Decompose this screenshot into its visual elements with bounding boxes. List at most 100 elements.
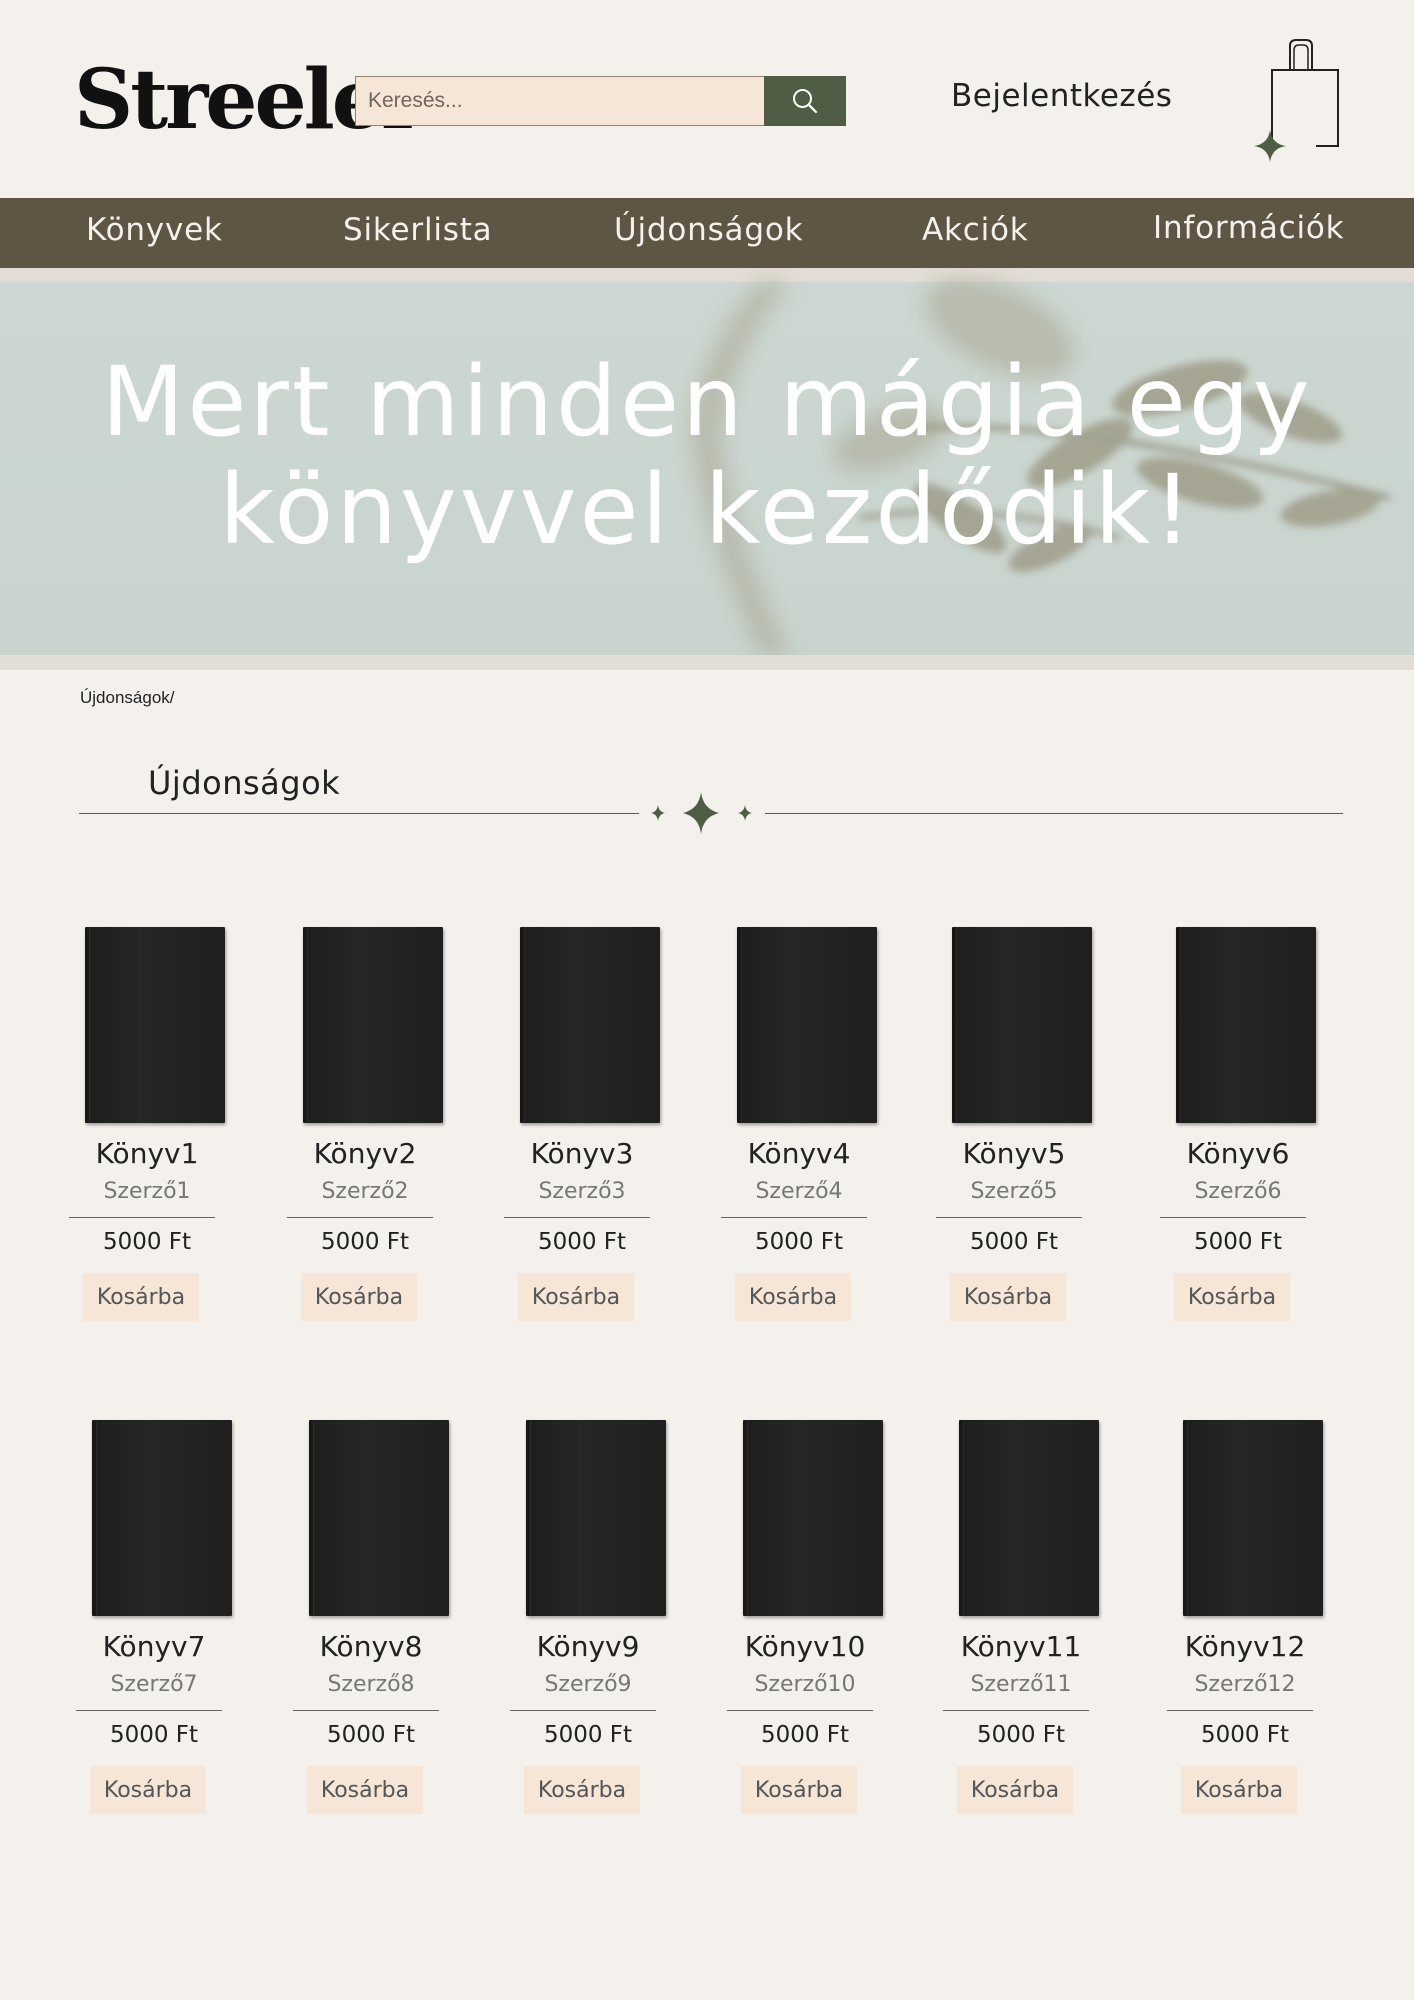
book-cover[interactable] (85, 927, 225, 1123)
book-cover[interactable] (1183, 1420, 1323, 1616)
nav-item-informaciok[interactable]: Információk (1153, 210, 1344, 246)
product-title[interactable]: Könyv2 (285, 1137, 445, 1170)
product-title[interactable]: Könyv3 (502, 1137, 662, 1170)
product-title[interactable]: Könyv5 (934, 1137, 1094, 1170)
product-price: 5000 Ft (109, 1722, 199, 1748)
add-to-cart-button[interactable]: Kosárba (518, 1273, 634, 1321)
book-cover[interactable] (1176, 927, 1316, 1123)
add-to-cart-button[interactable]: Kosárba (301, 1273, 417, 1321)
price-divider (287, 1217, 433, 1218)
search-bar (355, 76, 846, 126)
book-cover[interactable] (309, 1420, 449, 1616)
book-cover[interactable] (743, 1420, 883, 1616)
add-to-cart-button[interactable]: Kosárba (307, 1766, 423, 1814)
product-price: 5000 Ft (320, 1229, 410, 1255)
product-card: Könyv10 Szerző10 5000 Ft Kosárba (727, 1420, 905, 1830)
price-divider (293, 1710, 439, 1711)
product-title[interactable]: Könyv10 (725, 1630, 885, 1663)
product-card: Könyv8 Szerző8 5000 Ft Kosárba (293, 1420, 471, 1830)
book-cover[interactable] (526, 1420, 666, 1616)
product-card: Könyv12 Szerző12 5000 Ft Kosárba (1167, 1420, 1345, 1830)
product-price: 5000 Ft (326, 1722, 416, 1748)
add-to-cart-button[interactable]: Kosárba (735, 1273, 851, 1321)
product-title[interactable]: Könyv6 (1158, 1137, 1318, 1170)
product-card: Könyv7 Szerző7 5000 Ft Kosárba (76, 1420, 254, 1830)
book-cover[interactable] (959, 1420, 1099, 1616)
product-price: 5000 Ft (1193, 1229, 1283, 1255)
product-title[interactable]: Könyv8 (291, 1630, 451, 1663)
price-divider (943, 1710, 1089, 1711)
book-cover[interactable] (737, 927, 877, 1123)
price-divider (727, 1710, 873, 1711)
product-author: Szerző1 (103, 1179, 191, 1204)
price-divider (936, 1217, 1082, 1218)
product-author: Szerző3 (538, 1179, 626, 1204)
product-price: 5000 Ft (976, 1722, 1066, 1748)
product-title[interactable]: Könyv4 (719, 1137, 879, 1170)
section-divider-left (79, 813, 639, 814)
book-cover[interactable] (520, 927, 660, 1123)
breadcrumb[interactable]: Újdonságok/ (80, 688, 175, 708)
shopping-bag-icon (1254, 39, 1339, 162)
book-cover[interactable] (952, 927, 1092, 1123)
add-to-cart-button[interactable]: Kosárba (950, 1273, 1066, 1321)
product-card: Könyv4 Szerző4 5000 Ft Kosárba (721, 927, 899, 1337)
add-to-cart-button[interactable]: Kosárba (1174, 1273, 1290, 1321)
site-header: Streeler Bejelentkezés (0, 0, 1414, 198)
product-title[interactable]: Könyv11 (941, 1630, 1101, 1663)
product-author: Szerző11 (970, 1672, 1072, 1697)
price-divider (1167, 1710, 1313, 1711)
section-title: Újdonságok (148, 764, 341, 802)
product-card: Könyv11 Szerző11 5000 Ft Kosárba (943, 1420, 1121, 1830)
cart-button[interactable] (1250, 36, 1342, 166)
add-to-cart-button[interactable]: Kosárba (741, 1766, 857, 1814)
book-cover[interactable] (303, 927, 443, 1123)
product-author: Szerző2 (321, 1179, 409, 1204)
product-price: 5000 Ft (543, 1722, 633, 1748)
hero-title: Mert minden mágia egy könyvvel kezdődik! (0, 348, 1414, 564)
product-title[interactable]: Könyv7 (74, 1630, 234, 1663)
book-cover[interactable] (92, 1420, 232, 1616)
price-divider (721, 1217, 867, 1218)
price-divider (76, 1710, 222, 1711)
product-card: Könyv6 Szerző6 5000 Ft Kosárba (1160, 927, 1338, 1337)
product-price: 5000 Ft (754, 1229, 844, 1255)
product-title[interactable]: Könyv9 (508, 1630, 668, 1663)
add-to-cart-button[interactable]: Kosárba (83, 1273, 199, 1321)
product-author: Szerző12 (1194, 1672, 1296, 1697)
add-to-cart-button[interactable]: Kosárba (957, 1766, 1073, 1814)
login-link[interactable]: Bejelentkezés (951, 78, 1172, 114)
product-price: 5000 Ft (760, 1722, 850, 1748)
product-author: Szerző5 (970, 1179, 1058, 1204)
product-card: Könyv3 Szerző3 5000 Ft Kosárba (504, 927, 682, 1337)
hero-bottom-strip (0, 655, 1414, 670)
product-title[interactable]: Könyv1 (67, 1137, 227, 1170)
product-author: Szerző7 (110, 1672, 198, 1697)
price-divider (1160, 1217, 1306, 1218)
product-author: Szerző10 (754, 1672, 856, 1697)
price-divider (510, 1710, 656, 1711)
nav-item-sikerlista[interactable]: Sikerlista (343, 212, 492, 248)
add-to-cart-button[interactable]: Kosárba (524, 1766, 640, 1814)
add-to-cart-button[interactable]: Kosárba (90, 1766, 206, 1814)
product-price: 5000 Ft (1200, 1722, 1290, 1748)
nav-item-konyvek[interactable]: Könyvek (86, 212, 223, 248)
product-author: Szerző9 (544, 1672, 632, 1697)
search-input[interactable] (355, 76, 764, 126)
section-divider-right (765, 813, 1343, 814)
hero-banner: Mert minden mágia egy könyvvel kezdődik! (0, 268, 1414, 655)
price-divider (504, 1217, 650, 1218)
nav-item-ujdonsagok[interactable]: Újdonságok (614, 212, 803, 248)
product-author: Szerző6 (1194, 1179, 1282, 1204)
nav-item-akciok[interactable]: Akciók (922, 212, 1029, 248)
product-title[interactable]: Könyv12 (1165, 1630, 1325, 1663)
product-author: Szerző4 (755, 1179, 843, 1204)
search-button[interactable] (764, 76, 846, 126)
product-card: Könyv9 Szerző9 5000 Ft Kosárba (510, 1420, 688, 1830)
product-card: Könyv2 Szerző2 5000 Ft Kosárba (287, 927, 465, 1337)
product-author: Szerző8 (327, 1672, 415, 1697)
add-to-cart-button[interactable]: Kosárba (1181, 1766, 1297, 1814)
hero-title-line2: könyvvel kezdődik! (219, 454, 1195, 566)
main-nav: Könyvek Sikerlista Újdonságok Akciók Inf… (0, 198, 1414, 268)
product-card: Könyv1 Szerző1 5000 Ft Kosárba (69, 927, 247, 1337)
